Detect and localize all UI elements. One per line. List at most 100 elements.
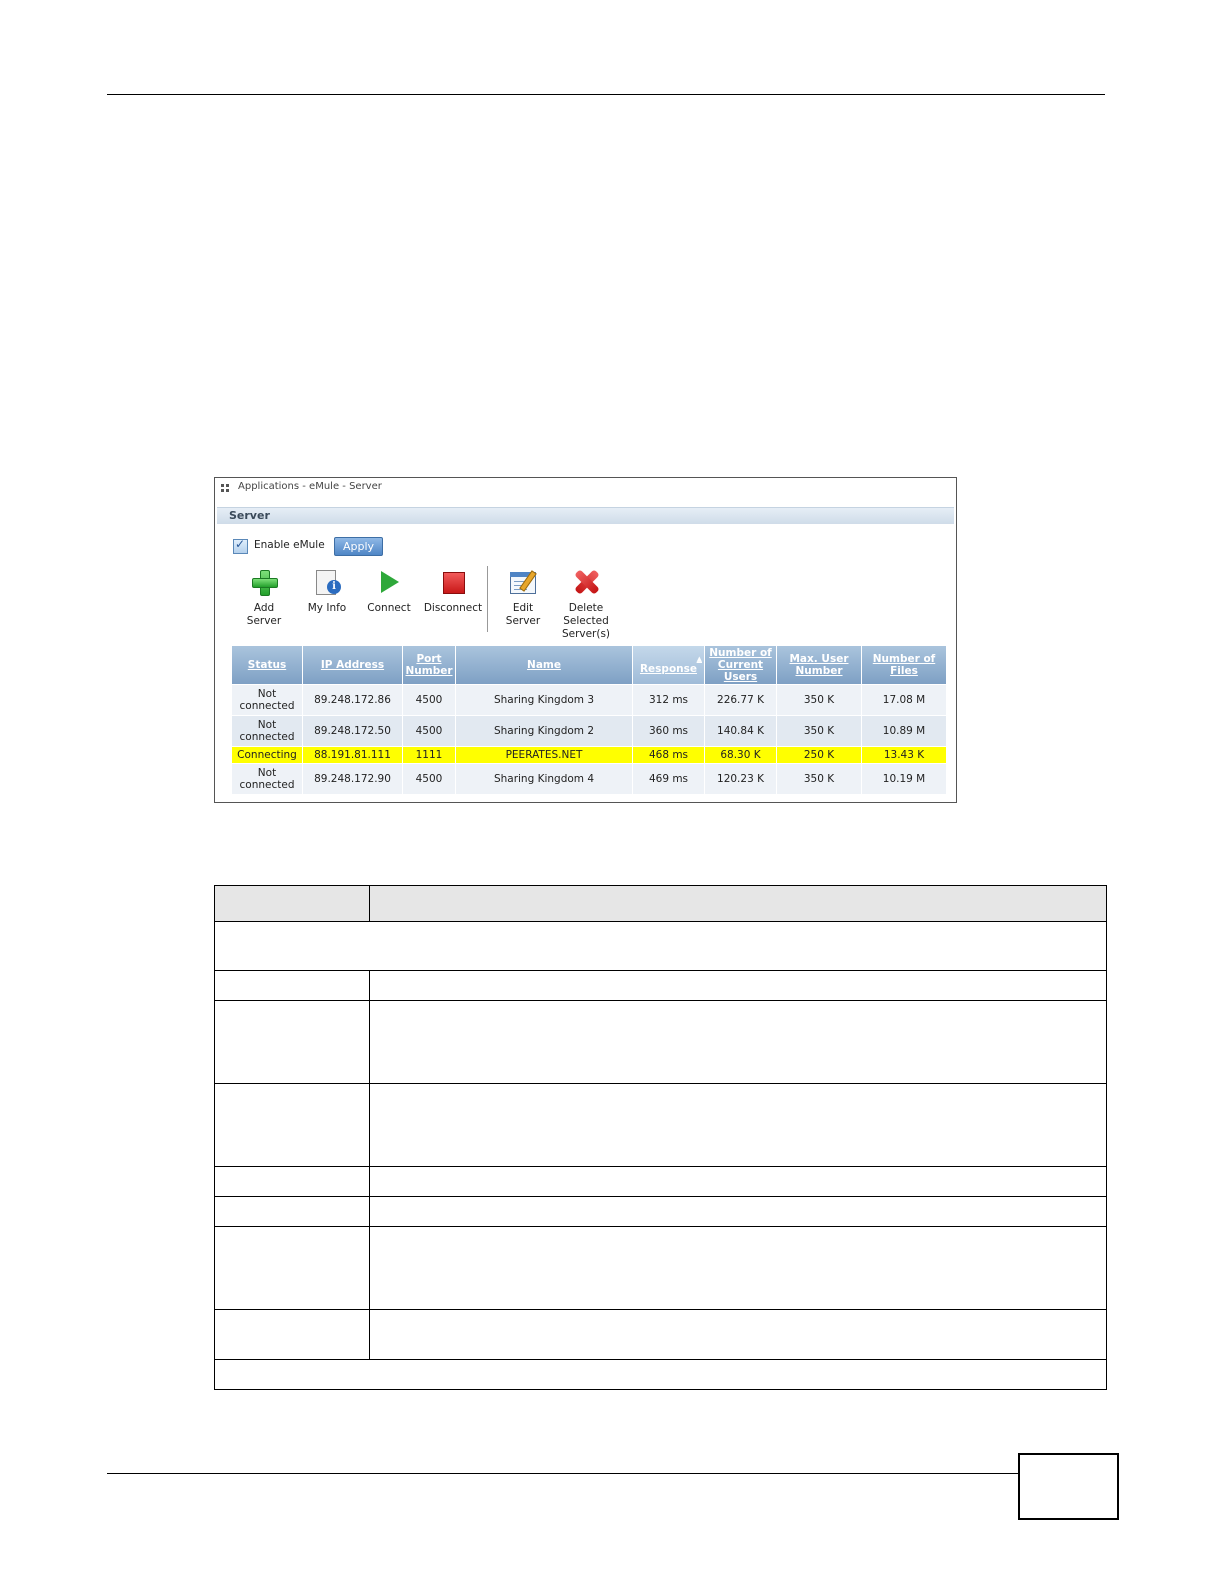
table-row [214, 1196, 1107, 1227]
label-cell [214, 1000, 370, 1084]
description-cell [369, 1309, 1107, 1360]
table-row[interactable]: Not connected 89.248.172.50 4500 Sharing… [232, 716, 946, 746]
breadcrumb-bar: Applications - eMule - Server [215, 478, 956, 498]
cell-port: 4500 [403, 716, 455, 746]
cell-ip-address: 89.248.172.90 [303, 764, 402, 794]
table-row [214, 1083, 1107, 1167]
server-panel-header: Server [217, 507, 954, 524]
cell-status: Not connected [232, 764, 302, 794]
cell-max-users: 350 K [777, 764, 861, 794]
column-header-port-number[interactable]: Port Number [403, 646, 455, 684]
description-cell [369, 1196, 1107, 1227]
edit-icon [509, 568, 537, 596]
cell-response: 312 ms [633, 685, 704, 715]
connect-label: Connect [367, 602, 411, 614]
column-header-number-of-files[interactable]: Number of Files [862, 646, 946, 684]
disconnect-label: Disconnect [423, 602, 483, 614]
page-number-box [1018, 1453, 1119, 1520]
delete-server-label: Delete Selected Server(s) [561, 602, 611, 640]
label-cell [214, 1309, 370, 1360]
delete-icon [572, 568, 600, 596]
grid-icon [221, 484, 229, 492]
cell-current-users: 68.30 K [705, 747, 776, 763]
table-row [214, 1309, 1107, 1360]
disconnect-button[interactable]: Disconnect [420, 568, 486, 615]
cell-port: 4500 [403, 764, 455, 794]
emule-server-screenshot: Applications - eMule - Server Server Ena… [214, 477, 957, 803]
label-cell [214, 1083, 370, 1167]
table-row [214, 1166, 1107, 1197]
cell-files: 10.19 M [862, 764, 946, 794]
footer-rule [107, 1473, 1019, 1474]
apply-button[interactable]: Apply [334, 537, 383, 556]
column-header-name[interactable]: Name [456, 646, 632, 684]
table-row [214, 1000, 1107, 1084]
cell-status: Not connected [232, 716, 302, 746]
table-row[interactable]: Not connected 89.248.172.90 4500 Sharing… [232, 764, 946, 794]
column-header-response[interactable]: ▲ Response [633, 646, 704, 684]
add-icon [250, 568, 278, 596]
cell-current-users: 140.84 K [705, 716, 776, 746]
column-header-response-label: Response [639, 662, 698, 675]
column-header-max-user-number[interactable]: Max. User Number [777, 646, 861, 684]
column-header-current-users[interactable]: Number of Current Users [705, 646, 776, 684]
toolbar-separator [487, 566, 488, 632]
info-icon: i [313, 568, 341, 596]
cell-status: Not connected [232, 685, 302, 715]
label-cell [214, 970, 370, 1001]
table-header-row [214, 885, 1107, 922]
edit-server-label: Edit Server [505, 602, 541, 627]
cell-ip-address: 89.248.172.86 [303, 685, 402, 715]
header-cell [214, 885, 370, 922]
enable-emule-checkbox[interactable] [233, 537, 248, 554]
add-server-button[interactable]: Add Server [237, 568, 291, 628]
description-cell [369, 970, 1107, 1001]
my-info-button[interactable]: i My Info [301, 568, 353, 615]
my-info-label: My Info [307, 602, 347, 614]
cell-max-users: 250 K [777, 747, 861, 763]
cell-files: 13.43 K [862, 747, 946, 763]
label-cell [214, 1226, 370, 1310]
cell-files: 10.89 M [862, 716, 946, 746]
cell-current-users: 120.23 K [705, 764, 776, 794]
cell-response: 468 ms [633, 747, 704, 763]
add-server-label: Add Server [246, 602, 282, 627]
delete-server-button[interactable]: Delete Selected Server(s) [555, 568, 617, 641]
cell-max-users: 350 K [777, 716, 861, 746]
server-table: Status IP Address Port Number Name ▲ Resp… [231, 645, 947, 795]
description-cell [369, 1083, 1107, 1167]
footer-cell [214, 1359, 1107, 1390]
cell-response: 469 ms [633, 764, 704, 794]
column-header-status[interactable]: Status [232, 646, 302, 684]
cell-port: 1111 [403, 747, 455, 763]
cell-current-users: 226.77 K [705, 685, 776, 715]
cell-name: Sharing Kingdom 4 [456, 764, 632, 794]
table-row-selected[interactable]: Connecting 88.191.81.111 1111 PEERATES.N… [232, 747, 946, 763]
cell-files: 17.08 M [862, 685, 946, 715]
panel-title: Server [229, 509, 270, 522]
enable-emule-label: Enable eMule [254, 539, 325, 551]
description-cell [369, 1000, 1107, 1084]
header-cell [369, 885, 1107, 922]
table-row[interactable]: Not connected 89.248.172.86 4500 Sharing… [232, 685, 946, 715]
sort-ascending-icon: ▲ [696, 654, 702, 663]
cell-name: Sharing Kingdom 2 [456, 716, 632, 746]
cell-name: Sharing Kingdom 3 [456, 685, 632, 715]
table-row [214, 921, 1107, 971]
column-header-ip-address[interactable]: IP Address [303, 646, 402, 684]
breadcrumb: Applications - eMule - Server [238, 481, 382, 492]
label-cell [214, 1166, 370, 1197]
stop-icon [439, 568, 467, 596]
description-cell [369, 1226, 1107, 1310]
cell-status: Connecting [232, 747, 302, 763]
cell-response: 360 ms [633, 716, 704, 746]
label-cell [214, 1196, 370, 1227]
section-cell [214, 921, 1107, 971]
edit-server-button[interactable]: Edit Server [497, 568, 549, 628]
cell-max-users: 350 K [777, 685, 861, 715]
connect-button[interactable]: Connect [363, 568, 415, 615]
description-cell [369, 1166, 1107, 1197]
table-row [214, 1226, 1107, 1310]
table-footer-row [214, 1359, 1107, 1390]
cell-port: 4500 [403, 685, 455, 715]
